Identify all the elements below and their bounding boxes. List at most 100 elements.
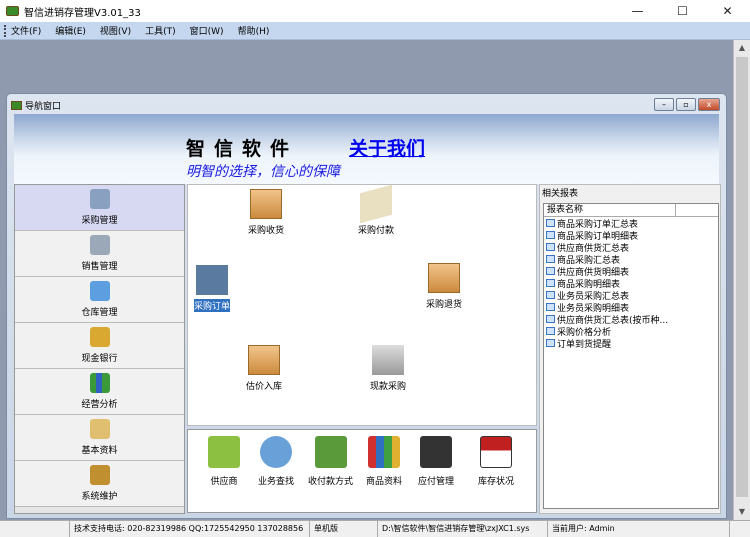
report-icon xyxy=(546,255,555,263)
status-empty xyxy=(0,521,70,537)
tb-label: 业务查找 xyxy=(258,477,295,487)
report-item[interactable]: 供应商供货汇总表(按币种... xyxy=(544,313,718,326)
report-item[interactable]: 供应商供货汇总表 xyxy=(544,241,718,254)
register-icon xyxy=(420,436,452,468)
slogan: 明智的选择，信心的保障 xyxy=(186,164,340,180)
app-icon xyxy=(6,6,19,16)
fn-label: 采购收货 xyxy=(248,226,285,236)
supplier-icon xyxy=(208,436,240,468)
cash-purchase[interactable]: 现款采购 xyxy=(370,345,406,392)
grip-icon[interactable] xyxy=(4,24,7,37)
report-item[interactable]: 订单到货提醒 xyxy=(544,337,718,350)
report-icon xyxy=(546,243,555,251)
fn-label: 估价入库 xyxy=(246,382,283,392)
money-bag-icon xyxy=(314,436,347,468)
tb-label: 商品资料 xyxy=(366,477,403,487)
report-icon xyxy=(546,231,555,239)
nav-sales[interactable]: 销售管理 xyxy=(15,231,184,277)
nav-analysis[interactable]: 经营分析 xyxy=(15,369,184,415)
scroll-thumb[interactable] xyxy=(736,57,748,497)
toolbar-inventory[interactable]: 库存状况 xyxy=(478,436,514,487)
scroll-up-icon[interactable]: ▲ xyxy=(734,40,750,56)
coins-icon xyxy=(372,345,404,375)
toolbar-search[interactable]: 业务查找 xyxy=(258,436,294,487)
minimize-button[interactable]: — xyxy=(615,0,660,22)
menu-window[interactable]: 窗口(W) xyxy=(190,24,224,37)
search-globe-icon xyxy=(260,436,292,468)
menu-view[interactable]: 视图(V) xyxy=(100,24,131,37)
nav-label: 基本资料 xyxy=(81,446,118,456)
purchase-payment[interactable]: 采购付款 xyxy=(358,184,395,236)
report-item[interactable]: 业务员采购明细表 xyxy=(544,301,718,314)
report-item[interactable]: 商品采购订单汇总表 xyxy=(544,217,718,230)
nav-label: 销售管理 xyxy=(81,262,118,272)
purchase-receive[interactable]: 采购收货 xyxy=(248,189,284,236)
title-bar: 智信进销存管理V3.01_33 — ☐ ✕ xyxy=(0,0,750,22)
menu-help[interactable]: 帮助(H) xyxy=(238,24,270,37)
window-icon xyxy=(11,100,22,110)
estimate-stock-in[interactable]: 估价入库 xyxy=(246,345,282,392)
column-header[interactable]: 报表名称 xyxy=(544,204,676,216)
purchase-order[interactable]: 采购订单 xyxy=(194,265,231,312)
report-list[interactable]: 报表名称 商品采购订单汇总表 商品采购订单明细表 供应商供货汇总表 商品采购汇总表 供应… xyxy=(543,203,719,509)
warehouse-icon xyxy=(89,281,110,301)
brand-title: 智信软件 xyxy=(186,138,299,160)
menu-edit[interactable]: 编辑(E) xyxy=(55,24,86,37)
vertical-scrollbar[interactable]: ▲ ▼ xyxy=(733,40,750,520)
fn-label: 现款采购 xyxy=(370,382,407,392)
child-minimize-button[interactable]: – xyxy=(654,98,674,111)
report-item[interactable]: 采购价格分析 xyxy=(544,325,718,338)
toolbar-payment-methods[interactable]: 收付款方式 xyxy=(308,436,353,487)
tb-label: 收付款方式 xyxy=(308,477,354,487)
cart-icon xyxy=(89,189,110,209)
navigation-window: 导航窗口 – ▫ x 智信软件 关于我们 明智的选择，信心的保障 采购管理 销售… xyxy=(6,93,727,519)
child-title: 导航窗口 xyxy=(25,101,62,112)
report-item[interactable]: 供应商供货明细表 xyxy=(544,265,718,278)
menu-file[interactable]: 文件(F) xyxy=(11,24,41,37)
fn-label: 采购付款 xyxy=(358,226,395,236)
close-button[interactable]: ✕ xyxy=(705,0,750,22)
edition: 单机版 xyxy=(310,521,378,537)
nav-label: 采购管理 xyxy=(81,216,118,226)
menu-tools[interactable]: 工具(T) xyxy=(145,24,176,37)
toolbar-products[interactable]: 商品资料 xyxy=(366,436,402,487)
banner: 智信软件 关于我们 明智的选择，信心的保障 xyxy=(14,114,719,184)
toolbar-payables[interactable]: 应付管理 xyxy=(418,436,454,487)
payment-icon xyxy=(360,184,392,224)
scroll-down-icon[interactable]: ▼ xyxy=(734,504,750,520)
report-item[interactable]: 商品采购明细表 xyxy=(544,277,718,290)
quick-toolbar: 供应商 业务查找 收付款方式 商品资料 应付管理 库存状况 xyxy=(187,429,537,513)
cart-icon xyxy=(89,235,110,255)
nav-label: 经营分析 xyxy=(81,400,118,410)
document-icon xyxy=(89,419,110,439)
support-info: 技术支持电话: 020-82319986 QQ:1725542950 13702… xyxy=(70,521,310,537)
nav-purchase[interactable]: 采购管理 xyxy=(15,185,184,231)
order-icon xyxy=(196,265,228,295)
nav-cash-bank[interactable]: 现金银行 xyxy=(15,323,184,369)
report-item[interactable]: 商品采购订单明细表 xyxy=(544,229,718,242)
tb-label: 应付管理 xyxy=(418,477,455,487)
maximize-button[interactable]: ☐ xyxy=(660,0,705,22)
bar-chart-icon xyxy=(89,373,110,393)
menu-bar: 文件(F) 编辑(E) 视图(V) 工具(T) 窗口(W) 帮助(H) xyxy=(0,22,750,40)
nav-label: 系统维护 xyxy=(81,492,118,502)
nav-basic-data[interactable]: 基本资料 xyxy=(15,415,184,461)
current-user: 当前用户: Admin xyxy=(548,521,730,537)
report-icon xyxy=(546,219,555,227)
box-add-icon xyxy=(250,189,282,219)
report-label: 订单到货提醒 xyxy=(557,339,612,350)
db-path: D:\智信软件\智信进销存管理\zxJXC1.sys xyxy=(378,521,548,537)
nav-system[interactable]: 系统维护 xyxy=(15,461,184,507)
report-icon xyxy=(546,315,555,323)
module-nav: 采购管理 销售管理 仓库管理 现金银行 经营分析 基本资料 系统维护 xyxy=(14,184,185,514)
nav-warehouse[interactable]: 仓库管理 xyxy=(15,277,184,323)
report-item[interactable]: 业务员采购汇总表 xyxy=(544,289,718,302)
toolbar-supplier[interactable]: 供应商 xyxy=(208,436,240,487)
child-restore-button[interactable]: ▫ xyxy=(676,98,696,111)
report-icon xyxy=(546,327,555,335)
report-icon xyxy=(546,339,555,347)
report-item[interactable]: 商品采购汇总表 xyxy=(544,253,718,266)
child-close-button[interactable]: x xyxy=(698,98,720,111)
about-us-link[interactable]: 关于我们 xyxy=(349,134,425,161)
purchase-return[interactable]: 采购退货 xyxy=(426,263,462,310)
